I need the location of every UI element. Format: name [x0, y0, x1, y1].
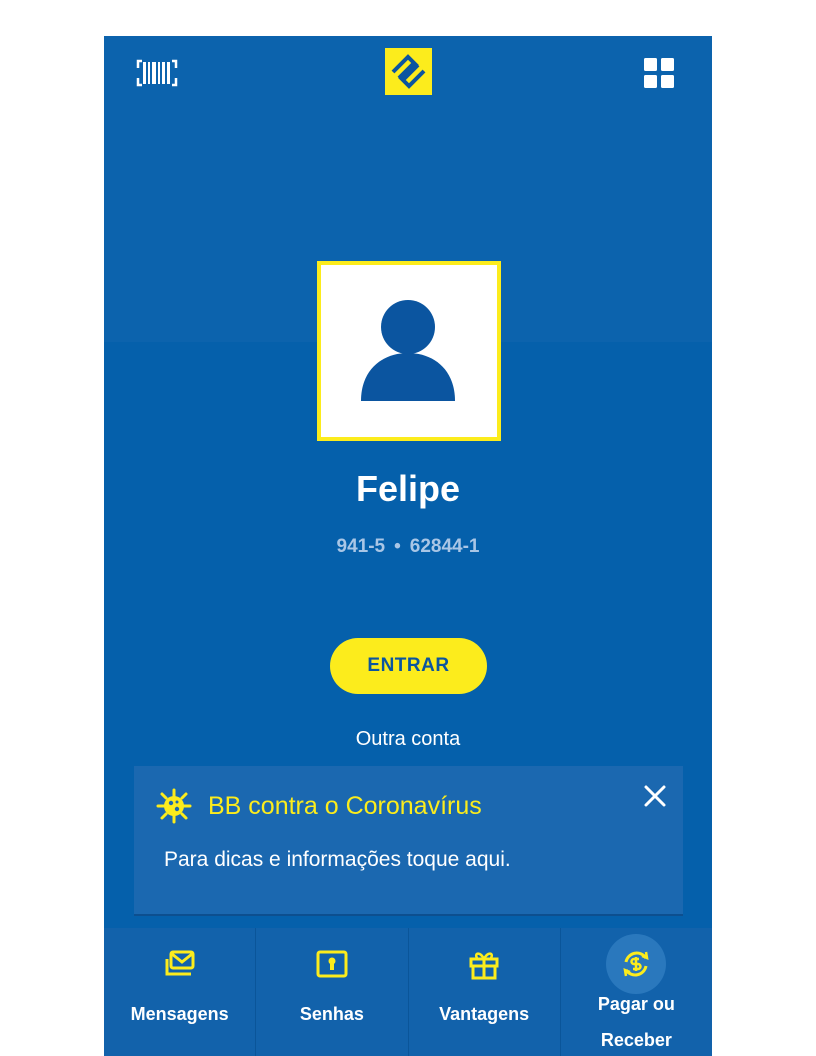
app-screen: Felipe 941-5 • 62844-1 ENTRAR Outra conta — [104, 36, 712, 1056]
barcode-scanner-icon[interactable] — [136, 56, 178, 90]
nav-item-pagar-ou-receber[interactable]: Pagar ou Receber — [561, 928, 712, 1056]
account-number: 62844-1 — [409, 536, 480, 557]
nav-label-vantagens: Vantagens — [439, 1004, 530, 1024]
nav-item-senhas[interactable]: Senhas — [256, 928, 409, 1056]
account-info: 941-5 • 62844-1 — [104, 536, 712, 558]
separator-dot: • — [394, 536, 401, 557]
agency-number: 941-5 — [336, 536, 386, 557]
banner-header: BB contra o Coronavírus — [156, 788, 482, 824]
nav-label-mensagens: Mensagens — [130, 1004, 229, 1024]
close-icon[interactable] — [641, 782, 669, 810]
other-account-link[interactable]: Outra conta — [104, 728, 712, 751]
nav-label-line-2: Receber — [600, 1030, 672, 1050]
user-name: Felipe — [355, 468, 461, 509]
keyhole-icon — [316, 950, 348, 978]
banner-title: BB contra o Coronavírus — [208, 791, 482, 820]
nav-label-senhas: Senhas — [299, 1004, 364, 1024]
banco-do-brasil-logo — [385, 48, 432, 95]
coronavirus-banner[interactable]: BB contra o Coronavírus Para dicas e inf… — [134, 766, 683, 916]
mail-stack-icon — [165, 950, 195, 976]
gift-icon — [469, 952, 499, 980]
banner-description: Para dicas e informações toque aqui. — [164, 848, 511, 871]
person-silhouette-icon — [361, 300, 455, 401]
nav-item-mensagens[interactable]: Mensagens — [104, 928, 257, 1056]
nav-label-pagar-ou-receber: Pagar ou Receber — [561, 986, 712, 1056]
nav-item-vantagens[interactable]: Vantagens — [409, 928, 561, 1056]
grid-apps-icon[interactable] — [642, 56, 676, 90]
top-bar — [104, 36, 712, 108]
money-exchange-icon — [623, 951, 649, 977]
avatar — [317, 261, 501, 441]
enter-button[interactable]: ENTRAR — [330, 638, 487, 694]
nav-label-line-1: Pagar ou — [597, 994, 675, 1014]
bottom-navigation: Mensagens Senhas Vantagens Pagar ou Rece… — [104, 928, 712, 1056]
virus-icon — [156, 788, 192, 824]
